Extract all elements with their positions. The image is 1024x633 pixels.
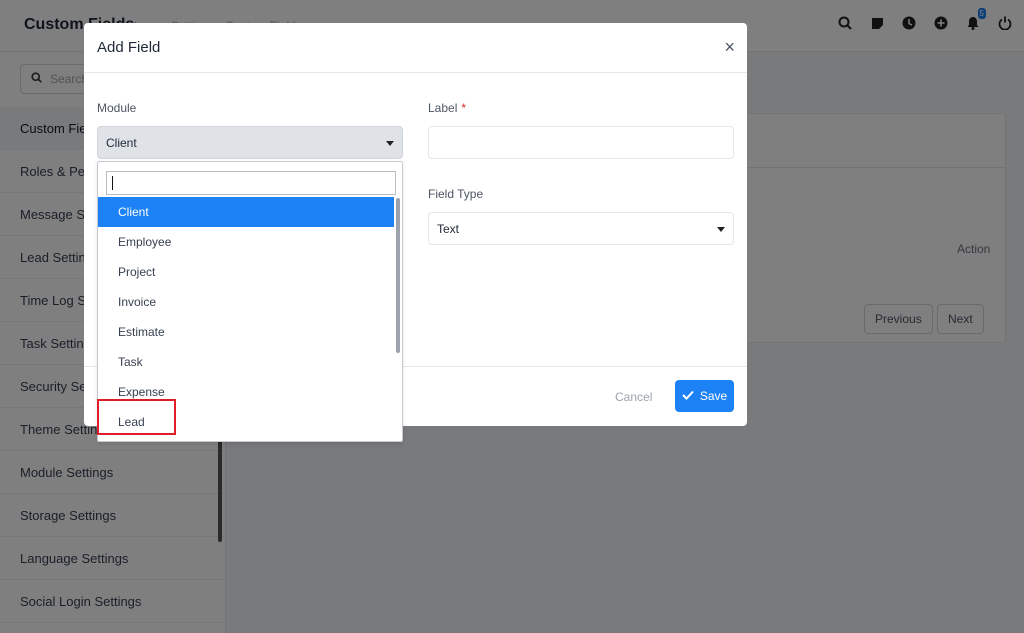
module-label: Module	[97, 101, 137, 115]
close-icon[interactable]: ×	[724, 38, 735, 56]
field-type-select[interactable]: Text	[428, 212, 734, 245]
caret-down-icon	[386, 141, 394, 146]
lead-highlight-annotation	[97, 399, 176, 435]
required-marker: *	[461, 101, 467, 115]
save-label: Save	[699, 389, 728, 403]
option-employee[interactable]: Employee	[98, 227, 394, 257]
module-select[interactable]: Client	[97, 126, 403, 159]
text-cursor	[112, 176, 113, 190]
label-input[interactable]	[428, 126, 734, 159]
check-icon	[682, 389, 694, 403]
field-type-label: Field Type	[428, 187, 484, 201]
cancel-button[interactable]: Cancel	[615, 390, 652, 404]
label-field-text: Label	[428, 101, 458, 115]
save-button[interactable]: Save	[675, 380, 734, 412]
label-field-label: Label *	[428, 101, 466, 115]
option-task[interactable]: Task	[98, 347, 394, 377]
modal-title: Add Field	[97, 39, 161, 56]
option-client[interactable]: Client	[98, 197, 394, 227]
field-type-value: Text	[437, 221, 460, 236]
caret-down-icon	[717, 227, 725, 232]
dropdown-search-input[interactable]	[106, 171, 396, 195]
module-select-value: Client	[106, 135, 137, 150]
dropdown-scrollbar[interactable]	[396, 198, 400, 353]
option-estimate[interactable]: Estimate	[98, 317, 394, 347]
modal-header: Add Field ×	[84, 23, 747, 73]
option-project[interactable]: Project	[98, 257, 394, 287]
option-invoice[interactable]: Invoice	[98, 287, 394, 317]
